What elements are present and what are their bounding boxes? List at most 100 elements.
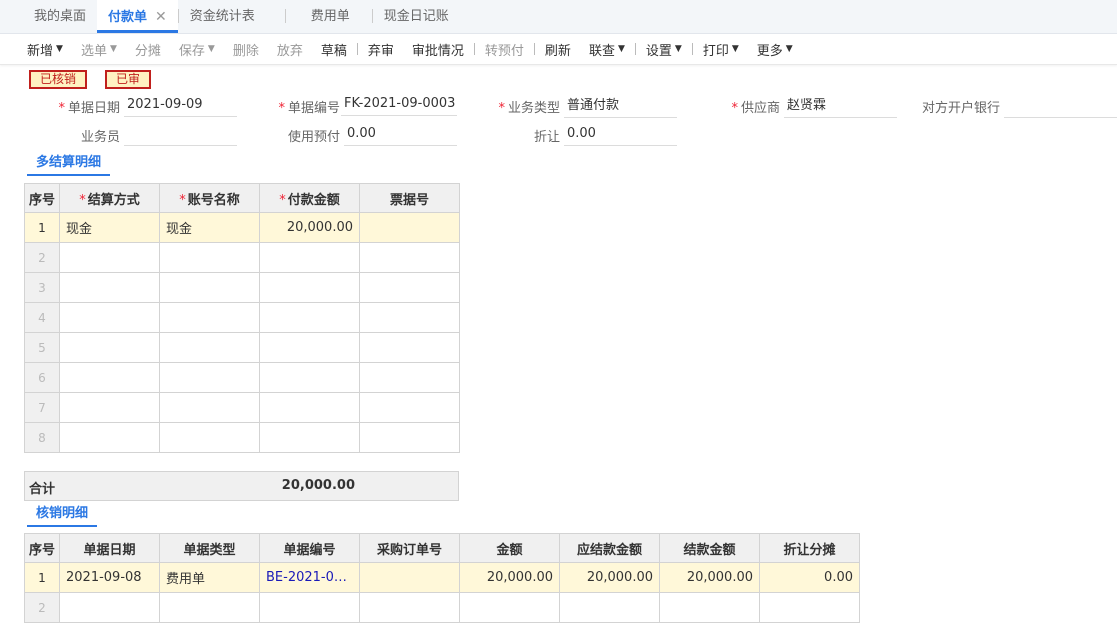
more-button[interactable]: 更多 ▼	[748, 40, 802, 59]
amount-cell[interactable]	[259, 272, 360, 303]
po-cell[interactable]	[359, 562, 460, 593]
col-header-amount[interactable]: * 付款金额	[259, 183, 360, 213]
account-cell[interactable]	[159, 242, 260, 273]
docno-cell[interactable]	[259, 592, 360, 623]
supplier-field[interactable]: 赵贤霖	[784, 96, 897, 118]
linked-query-button[interactable]: 联查 ▼	[580, 40, 634, 59]
table-row[interactable]: 4	[24, 302, 460, 333]
refresh-button[interactable]: 刷新	[536, 40, 580, 59]
col-header-docno[interactable]: 单据编号	[259, 533, 360, 563]
writeoff-section-title[interactable]: 核销明细	[27, 503, 98, 527]
col-header-type[interactable]: 单据类型	[159, 533, 260, 563]
amount-cell[interactable]	[259, 362, 360, 393]
type-cell[interactable]: 费用单	[159, 562, 260, 593]
table-row[interactable]: 2	[24, 242, 460, 273]
payable-cell[interactable]: 20,000.00	[559, 562, 660, 593]
ticket-cell[interactable]	[359, 302, 460, 333]
save-button[interactable]: 保存 ▼	[170, 40, 224, 59]
new-button[interactable]: 新增 ▼	[18, 40, 72, 59]
bank-field[interactable]	[1004, 96, 1117, 118]
amount-cell[interactable]	[259, 242, 360, 273]
table-row[interactable]: 2	[24, 592, 860, 623]
ticket-cell[interactable]	[359, 242, 460, 273]
amount-cell[interactable]: 20,000.00	[259, 212, 360, 243]
table-row[interactable]: 6	[24, 362, 460, 393]
ticket-cell[interactable]	[359, 212, 460, 243]
discount-cell[interactable]	[759, 592, 860, 623]
col-header-discount[interactable]: 折让分摊	[759, 533, 860, 563]
amount-cell[interactable]	[259, 332, 360, 363]
table-row[interactable]: 8	[24, 422, 460, 453]
col-header-method[interactable]: * 结算方式	[59, 183, 160, 213]
method-cell[interactable]	[59, 272, 160, 303]
method-cell[interactable]	[59, 422, 160, 453]
select-button[interactable]: 选单 ▼	[72, 40, 126, 59]
col-header-account[interactable]: * 账号名称	[159, 183, 260, 213]
approval-status-button[interactable]: 审批情况	[403, 40, 473, 59]
settled-cell[interactable]	[659, 592, 760, 623]
clerk-field[interactable]	[124, 124, 237, 146]
account-cell[interactable]	[159, 392, 260, 423]
method-cell[interactable]	[59, 392, 160, 423]
draft-button[interactable]: 草稿	[312, 40, 356, 59]
settings-button[interactable]: 设置 ▼	[637, 40, 691, 59]
method-cell[interactable]	[59, 242, 160, 273]
discard-button[interactable]: 放弃	[268, 40, 312, 59]
col-header-amount[interactable]: 金额	[459, 533, 560, 563]
settled-cell[interactable]: 20,000.00	[659, 562, 760, 593]
amount-cell[interactable]	[259, 302, 360, 333]
method-cell[interactable]: 现金	[59, 212, 160, 243]
settlement-section-title[interactable]: 多结算明细	[27, 152, 111, 176]
account-cell[interactable]	[159, 422, 260, 453]
table-row[interactable]: 3	[24, 272, 460, 303]
account-cell[interactable]	[159, 362, 260, 393]
account-cell[interactable]	[159, 272, 260, 303]
docno-link[interactable]: BE-2021-09-…	[259, 562, 360, 593]
date-cell[interactable]: 2021-09-08	[59, 562, 160, 593]
payable-cell[interactable]	[559, 592, 660, 623]
col-header-payable[interactable]: 应结款金额	[559, 533, 660, 563]
tab-fund-statistics[interactable]: 资金统计表	[179, 0, 285, 33]
split-button[interactable]: 分摊	[126, 40, 170, 59]
tab-payment-order[interactable]: 付款单 ✕	[97, 0, 178, 33]
biztype-field[interactable]: 普通付款	[564, 96, 677, 118]
method-cell[interactable]	[59, 302, 160, 333]
discount-field[interactable]: 0.00	[564, 124, 677, 146]
tab-cash-journal[interactable]: 现金日记账	[373, 0, 460, 33]
amount-cell[interactable]: 20,000.00	[459, 562, 560, 593]
amount-cell[interactable]	[259, 422, 360, 453]
prepay-field[interactable]: 0.00	[344, 124, 457, 146]
table-row[interactable]: 5	[24, 332, 460, 363]
close-icon[interactable]: ✕	[155, 9, 167, 25]
date-cell[interactable]	[59, 592, 160, 623]
tab-expense-order[interactable]: 费用单	[286, 0, 372, 33]
col-header-po[interactable]: 采购订单号	[359, 533, 460, 563]
print-button[interactable]: 打印 ▼	[694, 40, 748, 59]
table-row[interactable]: 7	[24, 392, 460, 423]
ticket-cell[interactable]	[359, 392, 460, 423]
account-cell[interactable]	[159, 332, 260, 363]
table-row[interactable]: 1 2021-09-08 费用单 BE-2021-09-… 20,000.00 …	[24, 562, 860, 593]
amount-cell[interactable]	[459, 592, 560, 623]
delete-button[interactable]: 删除	[224, 40, 268, 59]
date-field[interactable]: 2021-09-09	[124, 95, 237, 117]
transfer-prepay-button[interactable]: 转预付	[476, 40, 533, 59]
ticket-cell[interactable]	[359, 272, 460, 303]
ticket-cell[interactable]	[359, 422, 460, 453]
po-cell[interactable]	[359, 592, 460, 623]
col-header-ticket[interactable]: 票据号	[359, 183, 460, 213]
ticket-cell[interactable]	[359, 332, 460, 363]
col-header-date[interactable]: 单据日期	[59, 533, 160, 563]
method-cell[interactable]	[59, 332, 160, 363]
method-cell[interactable]	[59, 362, 160, 393]
ticket-cell[interactable]	[359, 362, 460, 393]
account-cell[interactable]: 现金	[159, 212, 260, 243]
tab-my-desktop[interactable]: 我的桌面	[23, 0, 97, 33]
account-cell[interactable]	[159, 302, 260, 333]
table-row[interactable]: 1 现金 现金 20,000.00	[24, 212, 460, 243]
amount-cell[interactable]	[259, 392, 360, 423]
discount-cell[interactable]: 0.00	[759, 562, 860, 593]
type-cell[interactable]	[159, 592, 260, 623]
docno-field[interactable]: FK-2021-09-0003	[341, 94, 457, 116]
unapprove-button[interactable]: 弃审	[359, 40, 403, 59]
